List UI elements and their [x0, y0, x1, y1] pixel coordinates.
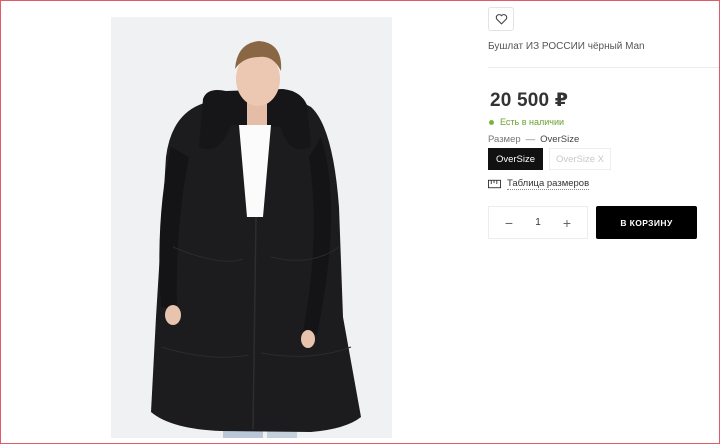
ruler-icon: [488, 179, 501, 189]
size-option-oversize[interactable]: OverSize: [488, 148, 543, 170]
model-in-coat-image: [111, 17, 392, 438]
increase-quantity-button[interactable]: +: [560, 215, 574, 231]
decrease-quantity-button[interactable]: −: [502, 215, 516, 231]
selected-size: OverSize: [540, 134, 580, 145]
size-table-link[interactable]: Таблица размеров: [488, 178, 590, 190]
product-image[interactable]: [111, 17, 392, 438]
add-to-cart-button[interactable]: В КОРЗИНУ: [596, 206, 697, 239]
favorite-button[interactable]: [488, 7, 514, 31]
stock-dot-icon: [489, 119, 494, 125]
size-separator: —: [525, 134, 536, 145]
size-option-oversize-x[interactable]: OverSize X: [549, 148, 611, 170]
size-selection-label: Размер — OverSize: [488, 134, 579, 145]
product-title: Бушлат ИЗ РОССИИ чёрный Man: [488, 41, 645, 52]
stock-label: Есть в наличии: [500, 117, 564, 127]
stock-status: Есть в наличии: [489, 117, 564, 127]
quantity-value[interactable]: 1: [535, 217, 541, 228]
product-price: 20 500 ₽: [490, 90, 569, 111]
quantity-stepper: − 1 +: [488, 206, 588, 239]
size-label: Размер: [488, 134, 521, 145]
size-table-label[interactable]: Таблица размеров: [507, 178, 590, 190]
divider: [488, 67, 720, 68]
heart-icon: [495, 14, 507, 25]
